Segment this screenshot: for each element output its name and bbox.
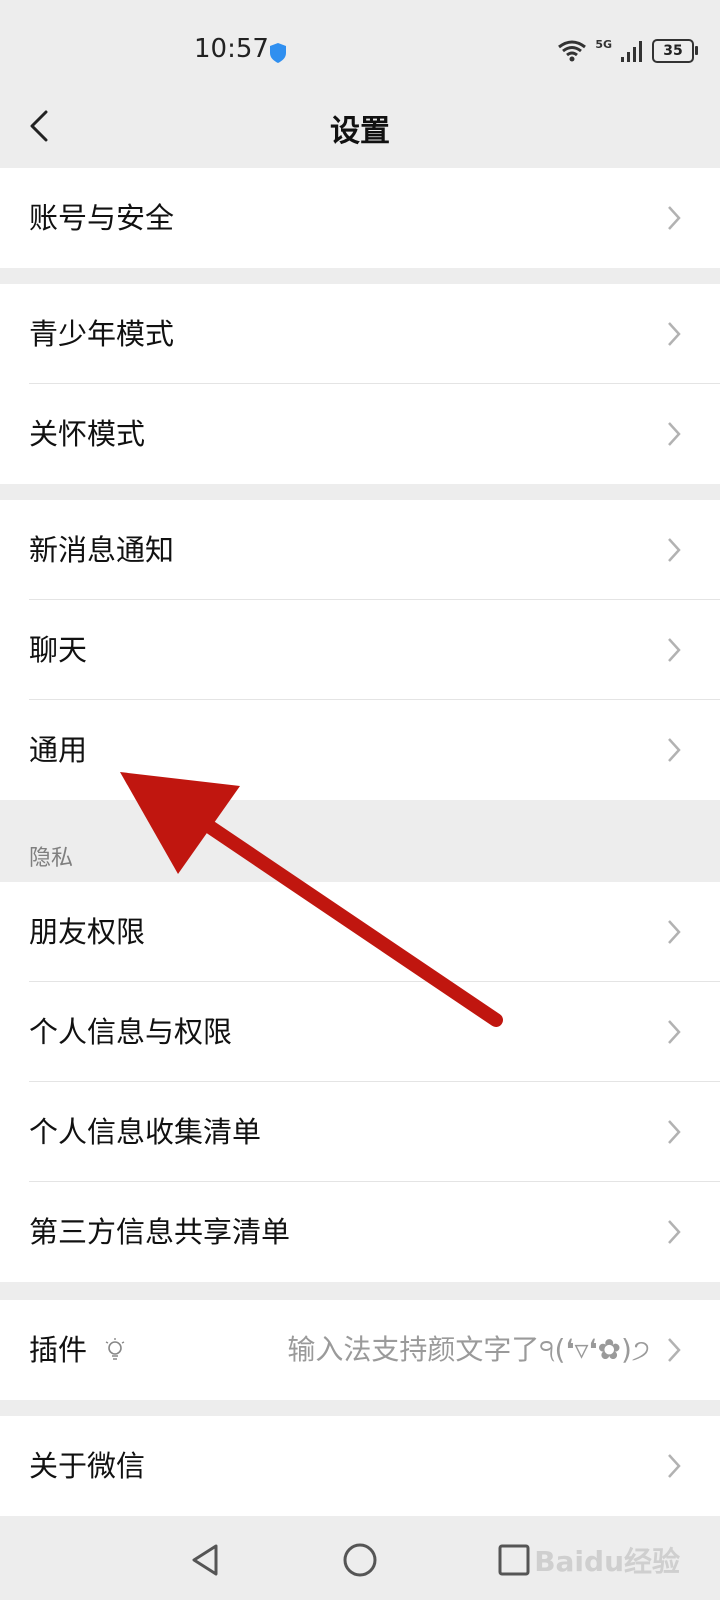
settings-item-new-message-notification[interactable]: 新消息通知 <box>0 500 720 600</box>
settings-item-youth-mode[interactable]: 青少年模式 <box>0 284 720 384</box>
settings-item-label: 聊天 <box>29 633 88 667</box>
settings-item-about-wechat[interactable]: 关于微信 <box>0 1416 720 1516</box>
settings-item-plugins[interactable]: 插件 输入法支持颜文字了੧(❛▿❛✿)੭ <box>0 1300 720 1400</box>
settings-item-label: 第三方信息共享清单 <box>29 1215 291 1249</box>
chevron-right-icon <box>668 738 681 762</box>
chevron-right-icon <box>668 206 681 230</box>
settings-item-chat[interactable]: 聊天 <box>0 600 720 700</box>
chevron-right-icon <box>668 1338 681 1362</box>
chevron-right-icon <box>668 538 681 562</box>
chevron-right-icon <box>668 1020 681 1044</box>
lightbulb-icon <box>105 1338 125 1360</box>
settings-item-third-party-sharing[interactable]: 第三方信息共享清单 <box>0 1182 720 1282</box>
chevron-right-icon <box>668 1454 681 1478</box>
settings-item-care-mode[interactable]: 关怀模式 <box>0 384 720 484</box>
settings-item-personal-info-collection[interactable]: 个人信息收集清单 <box>0 1082 720 1182</box>
page-title: 设置 <box>330 114 390 149</box>
settings-item-label: 账号与安全 <box>29 201 175 235</box>
settings-group-general: 新消息通知 聊天 通用 <box>0 500 720 800</box>
system-icons: 5G 35 <box>557 36 698 66</box>
settings-group-modes: 青少年模式 关怀模式 <box>0 284 720 484</box>
settings-item-general[interactable]: 通用 <box>0 700 720 800</box>
system-nav-bar: Baidu经验 <box>0 1520 720 1600</box>
settings-item-label: 朋友权限 <box>29 915 146 949</box>
chevron-right-icon <box>668 1120 681 1144</box>
chevron-right-icon <box>668 920 681 944</box>
settings-item-label: 个人信息收集清单 <box>29 1115 262 1149</box>
chevron-right-icon <box>668 322 681 346</box>
circle-home-icon[interactable] <box>340 1540 380 1580</box>
chevron-right-icon <box>668 422 681 446</box>
settings-item-label: 关怀模式 <box>29 417 146 451</box>
status-bar: 10:57 5G 35 <box>0 0 720 100</box>
wifi-icon <box>558 40 587 62</box>
settings-item-label: 通用 <box>29 733 88 767</box>
shield-icon <box>270 43 286 63</box>
settings-group-account: 账号与安全 <box>0 168 720 268</box>
plugins-tip-text: 输入法支持颜文字了੧(❛▿❛✿)੭ <box>287 1333 650 1366</box>
settings-item-label: 个人信息与权限 <box>29 1015 233 1049</box>
network-type: 5G <box>595 37 612 51</box>
settings-group-privacy: 朋友权限 个人信息与权限 个人信息收集清单 第三方信息共享清单 <box>0 882 720 1282</box>
status-time: 10:57 <box>194 34 269 64</box>
chevron-right-icon <box>668 1220 681 1244</box>
battery-level: 35 <box>663 43 683 59</box>
chevron-right-icon <box>668 638 681 662</box>
settings-item-label: 插件 <box>29 1333 88 1367</box>
battery-icon: 35 <box>652 39 698 63</box>
square-recents-icon[interactable] <box>494 1540 534 1580</box>
section-header-privacy: 隐私 <box>29 846 74 871</box>
settings-item-label: 青少年模式 <box>29 317 175 351</box>
settings-group-about: 关于微信 <box>0 1416 720 1516</box>
settings-group-plugins: 插件 输入法支持颜文字了੧(❛▿❛✿)੭ <box>0 1300 720 1400</box>
settings-item-label: 新消息通知 <box>29 533 175 567</box>
watermark: Baidu经验 <box>534 1545 680 1578</box>
settings-item-personal-info-permissions[interactable]: 个人信息与权限 <box>0 982 720 1082</box>
nav-bar: 设置 <box>0 100 720 170</box>
settings-item-friend-permissions[interactable]: 朋友权限 <box>0 882 720 982</box>
triangle-back-icon[interactable] <box>186 1540 226 1580</box>
signal-icon <box>621 41 642 62</box>
settings-item-account-security[interactable]: 账号与安全 <box>0 168 720 268</box>
settings-item-label: 关于微信 <box>29 1449 146 1483</box>
